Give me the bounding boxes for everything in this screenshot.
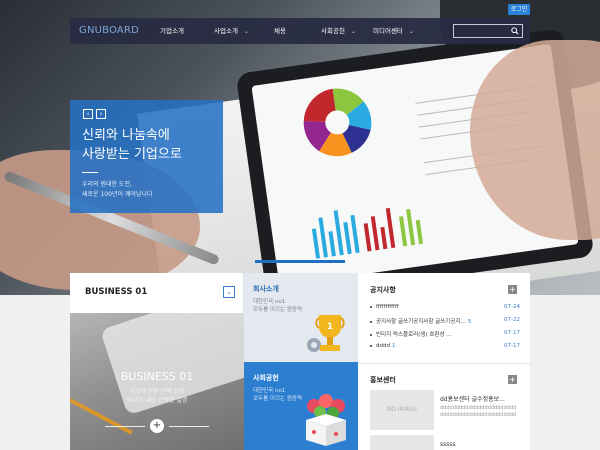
- main-navbar: GNUBOARD 기업소개 사업소개 ⌄ 채용 사회공헌 ⌄ 미디어센터 ⌄: [70, 18, 530, 45]
- company-card-title: 회사소개: [253, 285, 279, 293]
- chevron-down-icon: ⌄: [243, 28, 249, 35]
- slide-divider: [82, 172, 98, 173]
- nav-item-company[interactable]: 기업소개: [160, 18, 184, 44]
- business-image-line: 회사에 대한 간략한 설명: [126, 397, 188, 404]
- search-box: [453, 24, 523, 45]
- notice-item-text: ffffffffffff: [376, 304, 399, 310]
- nav-item-label: 채용: [274, 27, 286, 35]
- nav-item-label: 기업소개: [160, 27, 184, 35]
- nav-item-label: 미디어센터: [373, 27, 403, 35]
- site-logo[interactable]: GNUBOARD: [70, 18, 148, 44]
- decor-line: [169, 426, 209, 427]
- social-card[interactable]: 사회공헌 대한민국 no1 모두를 이끄는 원동력: [244, 362, 358, 450]
- business-toggle-button[interactable]: ⌄: [223, 286, 235, 298]
- notice-item-text: dddd: [376, 343, 390, 349]
- notice-item[interactable]: 공지사항 글쓰기공지사항 글쓰기공지... 5 07-22: [370, 317, 520, 327]
- bullet-icon: [370, 344, 372, 347]
- plus-icon: +: [509, 285, 516, 294]
- slide-title: 신뢰와 나눔속에 사랑받는 기업으로: [82, 128, 182, 162]
- promo-thumbnail[interactable]: [370, 435, 434, 450]
- promo-item-desc: dddddddddddddddddddddddddddddddddddddddd…: [440, 405, 517, 418]
- social-card-title: 사회공헌: [253, 374, 279, 382]
- chevron-left-icon: ‹: [86, 110, 90, 118]
- notice-item-date: 07-22: [504, 317, 520, 323]
- comment-count: 1: [391, 343, 396, 349]
- slide-progress-bar[interactable]: [255, 260, 345, 263]
- nav-item-business[interactable]: 사업소개 ⌄: [214, 18, 249, 44]
- business-title: BUSINESS 01: [85, 287, 148, 297]
- business-image-line: 사업에 관한 간략 설명: [129, 388, 185, 395]
- plus-icon: +: [509, 375, 516, 384]
- business-image-title: BUSINESS 01: [120, 370, 194, 383]
- chevron-down-icon: ⌄: [226, 288, 232, 296]
- company-card[interactable]: 회사소개 대한민국 no1 모두를 이끄는 원동력 1: [244, 273, 358, 362]
- notice-item-text: 공지사항 글쓰기공지사항 글쓰기공지...: [376, 319, 466, 325]
- comment-count: 5: [467, 319, 472, 325]
- business-more-button[interactable]: +: [150, 419, 164, 433]
- notice-item[interactable]: ffffffffffff 07-24: [370, 304, 520, 314]
- slide-next-button[interactable]: ›: [96, 109, 106, 119]
- notice-item-date: 07-24: [504, 304, 520, 310]
- business-header: BUSINESS 01: [70, 273, 244, 313]
- svg-text:1: 1: [327, 322, 333, 332]
- chevron-down-icon: ⌄: [408, 28, 414, 35]
- chevron-right-icon: ›: [99, 110, 103, 118]
- slide-description: 우리의 원대한 도전, 새로운 100년이 깨어납니다: [82, 181, 153, 198]
- notice-title: 공지사항: [370, 286, 396, 294]
- bullet-icon: [370, 305, 372, 308]
- promo-item-title[interactable]: sssss: [440, 441, 518, 448]
- promo-title: 홍보센터: [370, 376, 396, 384]
- nav-item-social[interactable]: 사회공헌 ⌄: [321, 18, 356, 44]
- business-image-panel[interactable]: BUSINESS 01 사업에 관한 간략 설명 회사에 대한 간략한 설명 +: [70, 313, 244, 450]
- social-card-subtitle: 대한민국 no1 모두를 이끄는 원동력: [253, 388, 303, 402]
- login-button[interactable]: 로그인: [508, 4, 530, 15]
- plus-icon: +: [152, 420, 162, 431]
- promo-more-button[interactable]: +: [508, 375, 517, 384]
- right-column: 공지사항 + ffffffffffff 07-24 공지사항 글쓰기공지사항 글…: [358, 273, 530, 450]
- notice-item-date: 07-17: [504, 330, 520, 336]
- slide-prev-button[interactable]: ‹: [83, 109, 93, 119]
- search-icon[interactable]: [511, 27, 519, 35]
- bullet-icon: [370, 333, 372, 336]
- nav-item-recruit[interactable]: 채용: [274, 18, 286, 44]
- search-input[interactable]: [454, 33, 506, 45]
- notice-more-button[interactable]: +: [508, 285, 517, 294]
- promo-item-title[interactable]: dd홍보센터 글수정홍보...: [440, 394, 518, 403]
- notice-item[interactable]: dddd 1 07-17: [370, 343, 520, 353]
- bullet-icon: [370, 320, 372, 323]
- gift-box-icon: [306, 394, 346, 446]
- section-divider: [358, 363, 530, 364]
- notice-item-text: 빈티지 럭스플로러(생) 호환성 ...: [376, 332, 452, 338]
- chevron-down-icon: ⌄: [350, 28, 356, 35]
- nav-item-media[interactable]: 미디어센터 ⌄: [373, 18, 414, 44]
- trophy-icon: 1: [307, 315, 345, 352]
- notice-item-date: 07-17: [504, 343, 520, 349]
- promo-thumbnail[interactable]: NO IMAGE: [370, 390, 434, 430]
- company-card-subtitle: 대한민국 no1 모두를 이끄는 원동력: [253, 299, 303, 313]
- nav-item-label: 사업소개: [214, 27, 238, 35]
- decor-line: [105, 426, 145, 427]
- nav-item-label: 사회공헌: [321, 27, 345, 35]
- slide-caption-box: ‹ › 신뢰와 나눔속에 사랑받는 기업으로 우리의 원대한 도전, 새로운 1…: [70, 100, 223, 213]
- notice-item[interactable]: 빈티지 럭스플로러(생) 호환성 ... 07-17: [370, 330, 520, 340]
